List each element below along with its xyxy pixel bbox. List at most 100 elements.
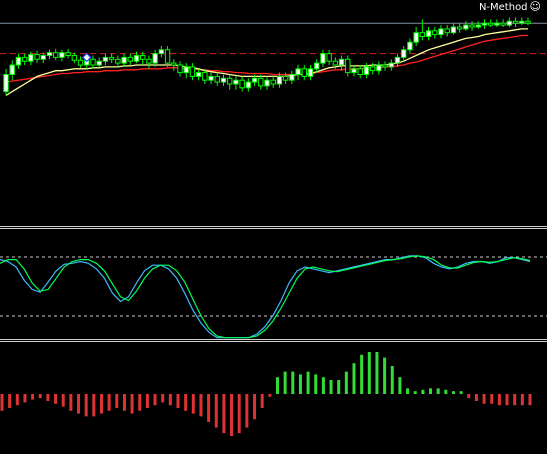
candlestick xyxy=(351,65,357,77)
stochastic-pane[interactable] xyxy=(0,229,547,339)
histogram-bar xyxy=(528,394,532,406)
candle-body xyxy=(40,55,46,60)
histogram-pane[interactable] xyxy=(0,342,547,454)
histogram-bar xyxy=(367,352,371,394)
expert-advisor-name: N-Method xyxy=(478,2,528,13)
histogram-bar xyxy=(107,394,111,411)
candle-body xyxy=(65,52,71,57)
candle-body xyxy=(171,62,177,66)
histogram-bar xyxy=(84,394,88,417)
candlestick xyxy=(401,46,407,62)
candlestick xyxy=(65,48,71,59)
stochastic-oscillator[interactable] xyxy=(0,229,547,339)
candlestick xyxy=(512,17,519,27)
candlestick xyxy=(264,76,270,90)
histogram-bar xyxy=(474,394,478,401)
candlestick xyxy=(3,68,9,96)
price-chart[interactable] xyxy=(0,0,547,226)
candlestick xyxy=(127,53,133,65)
candlestick xyxy=(382,61,388,71)
candle-body xyxy=(338,58,345,66)
candle-body xyxy=(121,56,127,64)
histogram-bar xyxy=(375,352,379,394)
candle-body xyxy=(282,75,289,81)
candle-body xyxy=(133,55,140,62)
candle-body xyxy=(108,56,115,60)
candle-body xyxy=(301,68,307,77)
candlestick xyxy=(444,25,450,37)
candle-body xyxy=(276,75,283,85)
candle-body xyxy=(220,77,227,83)
candlestick xyxy=(21,53,28,65)
histogram-bar xyxy=(344,371,348,394)
candle-body xyxy=(77,59,84,66)
candle-body xyxy=(251,77,258,83)
candle-body xyxy=(164,49,171,64)
histogram-bar xyxy=(390,366,394,394)
histogram-bar xyxy=(360,354,364,394)
histogram-oscillator[interactable] xyxy=(0,342,547,454)
candlestick xyxy=(425,27,432,41)
histogram-bar xyxy=(268,394,272,397)
histogram-bar xyxy=(161,394,165,403)
expert-advisor-label[interactable]: N-Method ☺ xyxy=(479,1,541,14)
histogram-bar xyxy=(145,394,149,408)
candle-body xyxy=(419,32,426,38)
candlestick xyxy=(301,65,307,81)
price-chart-pane[interactable]: N-Method ☺ xyxy=(0,0,547,226)
candle-body xyxy=(53,52,59,58)
candle-body xyxy=(376,64,382,72)
histogram-bar xyxy=(15,394,19,406)
candle-body xyxy=(245,81,252,89)
candlestick xyxy=(208,72,214,84)
candle-body xyxy=(140,55,146,60)
histogram-bar xyxy=(321,377,325,394)
histogram-bar xyxy=(306,371,310,394)
histogram-bar xyxy=(23,394,27,403)
candlestick xyxy=(357,65,363,79)
candle-body xyxy=(239,79,245,89)
candlestick xyxy=(475,21,481,29)
histogram-bar xyxy=(237,394,241,434)
candle-body xyxy=(463,24,469,30)
candlestick xyxy=(46,49,53,60)
stochastic-signal-line xyxy=(0,255,531,339)
candlestick xyxy=(506,17,513,27)
histogram-bar xyxy=(222,394,226,434)
candle-body xyxy=(21,56,28,62)
histogram-bar xyxy=(92,394,96,417)
candlestick xyxy=(53,48,59,61)
candle-body xyxy=(189,66,196,77)
candle-body xyxy=(295,68,301,76)
candlestick xyxy=(214,72,220,86)
candle-body xyxy=(102,56,109,62)
candlestick xyxy=(220,74,227,86)
histogram-bar xyxy=(115,394,119,408)
candlestick xyxy=(456,23,463,33)
candle-body xyxy=(351,68,357,74)
histogram-bar xyxy=(444,389,448,394)
candle-body xyxy=(158,49,165,55)
histogram-bar xyxy=(260,394,264,408)
candle-body xyxy=(413,32,419,43)
candle-body xyxy=(519,20,525,24)
candlestick xyxy=(164,46,171,67)
candle-body xyxy=(481,22,488,26)
candlestick xyxy=(227,74,233,90)
candlestick xyxy=(413,27,419,46)
candle-body xyxy=(270,79,276,85)
candlestick xyxy=(34,50,40,64)
candlestick xyxy=(15,53,22,69)
candlestick xyxy=(295,65,301,81)
candle-body xyxy=(432,30,438,36)
candle-body xyxy=(314,62,320,70)
histogram-bar xyxy=(398,377,402,394)
histogram-bar xyxy=(122,394,126,411)
histogram-bar xyxy=(337,380,341,394)
histogram-bar xyxy=(99,394,103,414)
candlestick xyxy=(59,49,65,62)
histogram-bar xyxy=(191,394,195,414)
candlestick xyxy=(326,49,332,65)
candlestick xyxy=(525,17,531,26)
candlestick xyxy=(245,78,252,92)
